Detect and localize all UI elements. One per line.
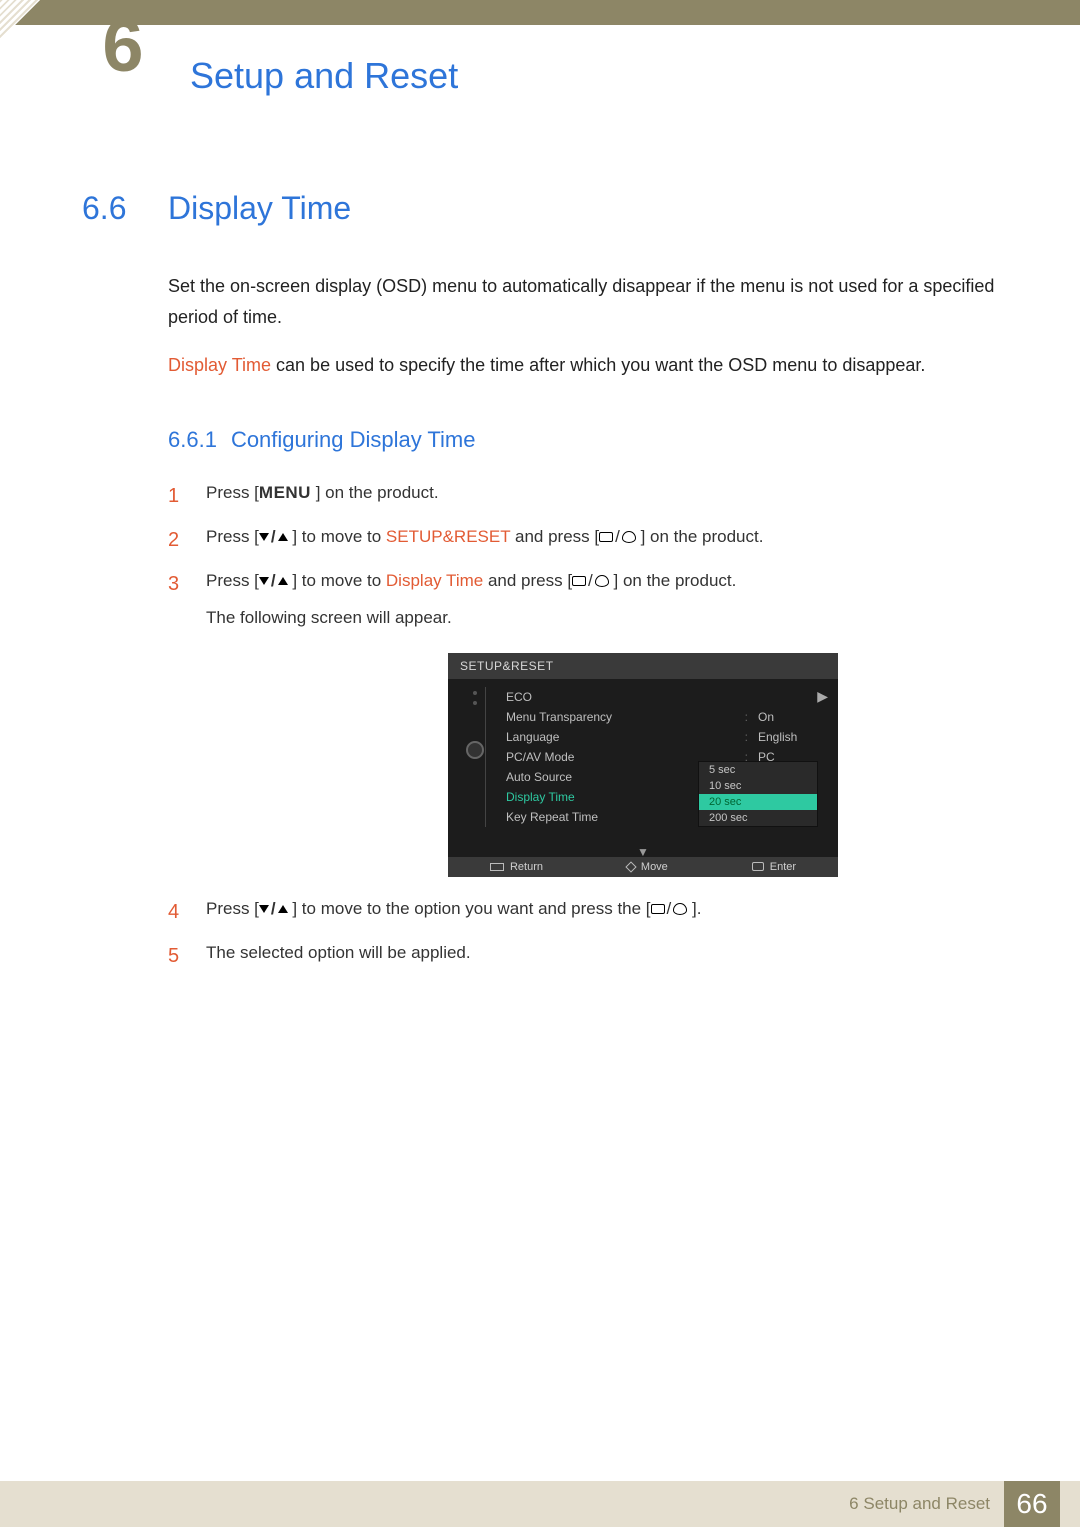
step3-d: ] on the product.: [609, 571, 737, 590]
step3-a: Press [: [206, 571, 259, 590]
osd-enter: Enter: [752, 861, 796, 873]
subsection-number: 6.6.1: [168, 427, 217, 452]
subsection-title: Configuring Display Time: [231, 427, 476, 452]
intro-p2-text: can be used to specify the time after wh…: [271, 355, 925, 375]
step5-text: The selected option will be applied.: [206, 939, 998, 973]
down-up-icon: /: [259, 523, 288, 552]
osd-popup-item: 10 sec: [699, 778, 817, 794]
footer-bar: 6 Setup and Reset 66: [0, 1481, 1080, 1527]
osd-popup: 5 sec10 sec20 sec200 sec: [698, 761, 818, 827]
osd-popup-item: 200 sec: [699, 810, 817, 826]
osd-row-label: ECO: [506, 690, 817, 704]
section-number: 6.6: [82, 190, 144, 227]
down-up-icon: /: [259, 895, 288, 924]
step-2: 2 Press [/ ] to move to SETUP&RESET and …: [168, 523, 998, 557]
step4-a: Press [: [206, 899, 259, 918]
gear-icon: [466, 741, 484, 759]
step1-text-b: ] on the product.: [311, 483, 439, 502]
step-1: 1 Press [MENU ] on the product.: [168, 479, 998, 513]
move-icon: [625, 861, 636, 872]
step1-text-a: Press [: [206, 483, 259, 502]
step-4: 4 Press [/ ] to move to the option you w…: [168, 895, 998, 929]
header-bar: 6 Setup and Reset: [0, 0, 1080, 88]
intro-paragraph-1: Set the on-screen display (OSD) menu to …: [168, 271, 998, 332]
intro-paragraph-2: Display Time can be used to specify the …: [168, 350, 998, 381]
osd-row: Menu Transparency:On: [502, 707, 828, 727]
menu-button-label: MENU: [259, 483, 311, 502]
osd-return: Return: [490, 861, 543, 873]
osd-row-label: Language: [506, 730, 745, 744]
step-number-3: 3: [168, 567, 186, 633]
osd-popup-item: 5 sec: [699, 762, 817, 778]
step-5: 5 The selected option will be applied.: [168, 939, 998, 973]
header-white-bg: 6 Setup and Reset: [0, 25, 1080, 88]
osd-row-value: English: [758, 730, 828, 744]
chapter-title: Setup and Reset: [190, 55, 458, 97]
setup-reset-highlight: SETUP&RESET: [386, 527, 510, 546]
step2-a: Press [: [206, 527, 259, 546]
step2-d: ] on the product.: [636, 527, 764, 546]
osd-title: SETUP&RESET: [448, 653, 838, 679]
display-time-highlight: Display Time: [168, 355, 271, 375]
return-icon: [490, 863, 504, 871]
step-number-1: 1: [168, 479, 186, 513]
page-body: 6.6 Display Time Set the on-screen displ…: [82, 190, 998, 983]
step-number-2: 2: [168, 523, 186, 557]
osd-screenshot: SETUP&RESET ECO▶Menu Transparency:OnLang…: [448, 653, 838, 877]
footer-page-number: 66: [1004, 1481, 1060, 1527]
footer-label: 6 Setup and Reset: [849, 1494, 990, 1514]
osd-footer: Return Move Enter: [448, 857, 838, 877]
section-title: Display Time: [168, 190, 351, 227]
step4-c: ].: [687, 899, 701, 918]
chevron-right-icon: ▶: [817, 688, 828, 705]
down-up-icon: /: [259, 567, 288, 596]
osd-move: Move: [627, 861, 668, 873]
section-heading: 6.6 Display Time: [82, 190, 998, 227]
rect-enter-icon: /: [572, 567, 609, 596]
rect-enter-icon: /: [651, 895, 688, 924]
step-list: 1 Press [MENU ] on the product. 2 Press …: [168, 479, 998, 973]
osd-popup-item: 20 sec: [699, 794, 817, 810]
step3-line2: The following screen will appear.: [206, 604, 998, 633]
display-time-highlight-2: Display Time: [386, 571, 483, 590]
step4-b: ] to move to the option you want and pre…: [288, 899, 651, 918]
subsection-heading: 6.6.1 Configuring Display Time: [168, 427, 998, 453]
osd-left-rail: [448, 687, 502, 827]
osd-more-arrow: ▼: [448, 845, 838, 857]
enter-icon: [752, 862, 764, 871]
osd-row-label: Menu Transparency: [506, 710, 745, 724]
osd-row: ECO▶: [502, 687, 828, 707]
osd-row: Language:English: [502, 727, 828, 747]
step2-c: and press [: [510, 527, 599, 546]
page-corner-decoration: [0, 0, 40, 40]
step-number-4: 4: [168, 895, 186, 929]
chapter-number-badge: 6: [88, 17, 158, 91]
step2-b: ] to move to: [288, 527, 386, 546]
step3-b: ] to move to: [288, 571, 386, 590]
rect-enter-icon: /: [599, 523, 636, 552]
step3-c: and press [: [483, 571, 572, 590]
chapter-number: 6: [102, 4, 143, 87]
step-number-5: 5: [168, 939, 186, 973]
osd-row-value: On: [758, 710, 828, 724]
step-3: 3 Press [/ ] to move to Display Time and…: [168, 567, 998, 633]
